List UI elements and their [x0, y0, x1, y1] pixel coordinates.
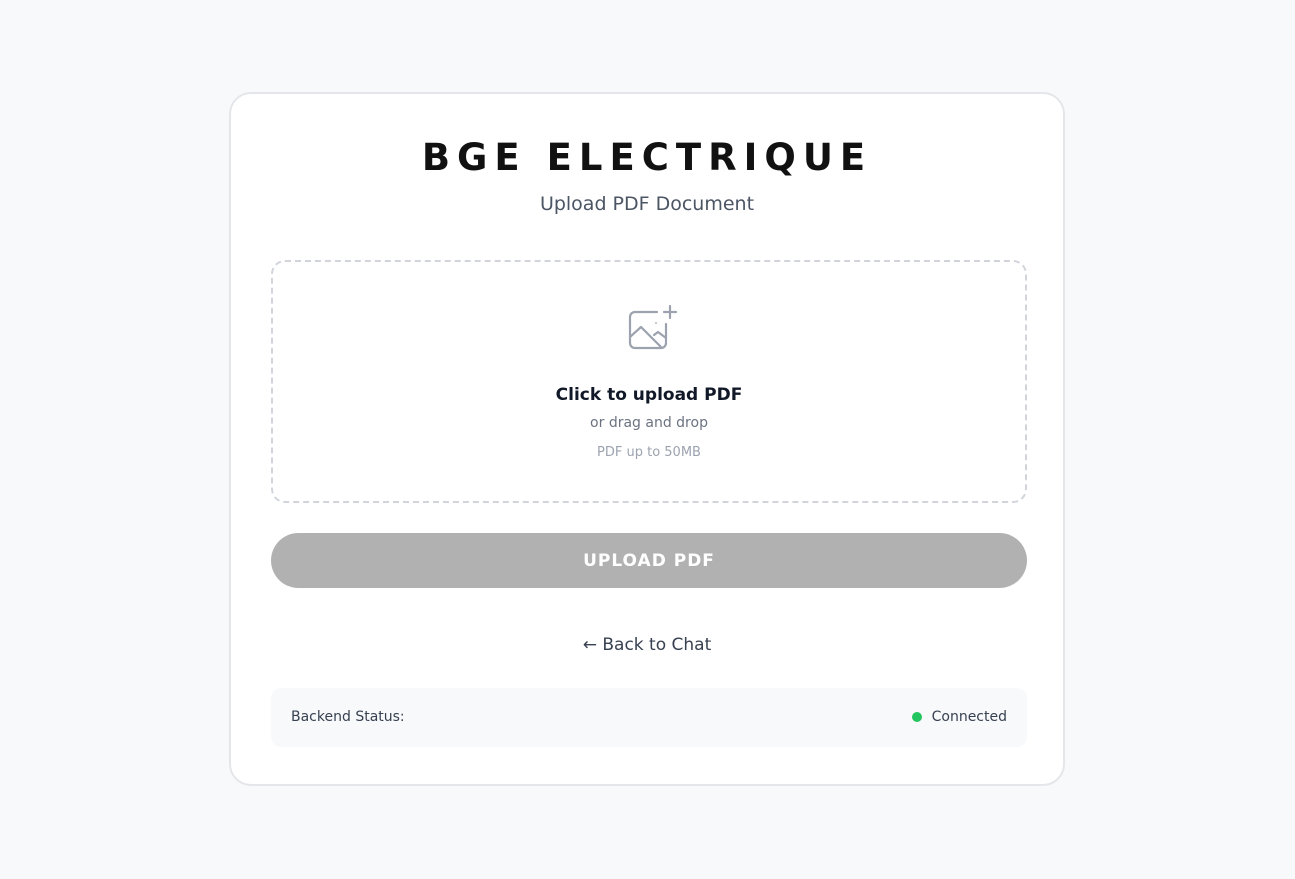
- upload-card: BGE ELECTRIQUE Upload PDF Document Click…: [229, 92, 1065, 786]
- page-title: BGE ELECTRIQUE: [421, 136, 873, 179]
- file-dropzone[interactable]: Click to upload PDF or drag and drop PDF…: [271, 260, 1027, 503]
- page-subtitle: Upload PDF Document: [539, 193, 755, 215]
- dropzone-main-text: Click to upload PDF: [555, 385, 743, 405]
- upload-pdf-button[interactable]: UPLOAD PDF: [271, 533, 1027, 588]
- backend-status-bar: Backend Status: Connected: [271, 688, 1027, 747]
- status-label: Backend Status:: [291, 709, 405, 725]
- image-plus-icon: [628, 304, 678, 350]
- back-link-row: ← Back to Chat: [231, 634, 1063, 656]
- status-value: Connected: [931, 709, 1007, 725]
- status-indicator: Connected: [911, 708, 1007, 726]
- back-to-chat-link[interactable]: ← Back to Chat: [583, 635, 712, 655]
- dropzone-sub-text: or drag and drop: [590, 415, 708, 431]
- dropzone-limit-text: PDF up to 50MB: [597, 445, 701, 460]
- status-dot-icon: [911, 712, 922, 722]
